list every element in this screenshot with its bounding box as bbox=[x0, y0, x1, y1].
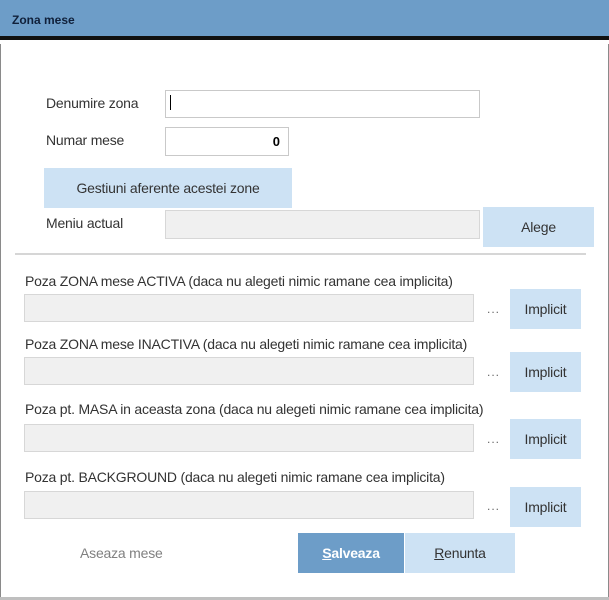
window-title: Zona mese bbox=[12, 13, 75, 27]
implicit-inactiva-button[interactable]: Implicit bbox=[510, 352, 581, 392]
implicit-masa-button[interactable]: Implicit bbox=[510, 419, 581, 459]
browse-dots-masa[interactable]: ... bbox=[487, 432, 500, 446]
aseaza-mese-button[interactable]: Aseaza mese bbox=[80, 545, 163, 561]
implicit-background-button[interactable]: Implicit bbox=[510, 487, 581, 527]
numar-mese-input[interactable] bbox=[165, 127, 289, 156]
browse-dots-background[interactable]: ... bbox=[487, 499, 500, 513]
poza-zona-activa-field[interactable] bbox=[24, 294, 474, 322]
renunta-button[interactable]: Renunta bbox=[405, 533, 515, 573]
alege-button-label: Alege bbox=[521, 219, 556, 235]
implicit-activa-label: Implicit bbox=[524, 301, 567, 317]
text-caret bbox=[170, 95, 171, 110]
denumire-zona-input[interactable] bbox=[165, 90, 480, 118]
gestiuni-button[interactable]: Gestiuni aferente acestei zone bbox=[44, 168, 292, 208]
poza-zona-inactiva-label: Poza ZONA mese INACTIVA (daca nu alegeti… bbox=[25, 336, 468, 352]
poza-zona-inactiva-field[interactable] bbox=[24, 357, 474, 385]
implicit-background-label: Implicit bbox=[524, 499, 567, 515]
implicit-masa-label: Implicit bbox=[524, 431, 567, 447]
renunta-accesskey: R bbox=[434, 545, 445, 561]
implicit-inactiva-label: Implicit bbox=[524, 364, 567, 380]
poza-masa-label: Poza pt. MASA in aceasta zona (daca nu a… bbox=[25, 401, 484, 417]
browse-dots-activa[interactable]: ... bbox=[487, 302, 500, 316]
section-divider bbox=[15, 253, 586, 255]
meniu-actual-label: Meniu actual bbox=[46, 215, 123, 231]
salveaza-label: alveaza bbox=[331, 545, 380, 561]
renunta-label: enunta bbox=[444, 545, 486, 561]
title-bar: Zona mese bbox=[0, 0, 609, 40]
poza-masa-field[interactable] bbox=[24, 424, 474, 452]
poza-background-field[interactable] bbox=[24, 491, 474, 519]
denumire-zona-label: Denumire zona bbox=[46, 95, 139, 111]
numar-mese-label: Numar mese bbox=[46, 132, 125, 148]
poza-zona-activa-label: Poza ZONA mese ACTIVA (daca nu alegeti n… bbox=[25, 273, 453, 289]
salveaza-button[interactable]: Salveaza bbox=[298, 533, 404, 573]
meniu-actual-field bbox=[165, 210, 480, 239]
gestiuni-button-label: Gestiuni aferente acestei zone bbox=[76, 180, 260, 196]
alege-button[interactable]: Alege bbox=[483, 207, 594, 247]
window-border-left bbox=[0, 44, 1, 598]
implicit-activa-button[interactable]: Implicit bbox=[510, 289, 581, 329]
poza-background-label: Poza pt. BACKGROUND (daca nu alegeti nim… bbox=[25, 469, 445, 485]
browse-dots-inactiva[interactable]: ... bbox=[487, 365, 500, 379]
salveaza-accesskey: S bbox=[322, 545, 332, 561]
